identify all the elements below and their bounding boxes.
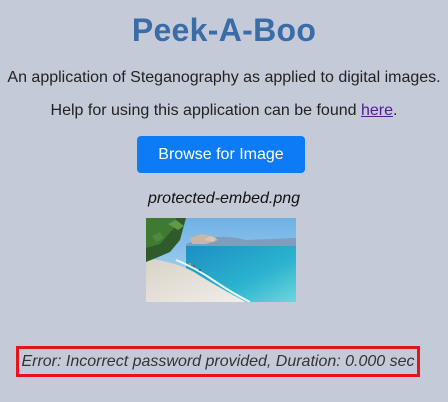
selected-file-name: protected-embed.png [147, 190, 301, 207]
app-tagline: An application of Steganography as appli… [7, 69, 441, 86]
browse-for-image-button[interactable]: Browse for Image [137, 136, 305, 173]
status-message: Error: Incorrect password provided, Dura… [21, 352, 415, 370]
help-suffix: . [393, 102, 398, 119]
help-text: Help for using this application can be f… [0, 102, 448, 120]
status-message-box: Error: Incorrect password provided, Dura… [16, 346, 420, 377]
help-link[interactable]: here [361, 102, 393, 119]
help-prefix: Help for using this application can be f… [50, 102, 361, 119]
app-page: Peek-A-Boo An application of Steganograp… [0, 0, 448, 402]
app-title: Peek-A-Boo [131, 12, 317, 48]
image-preview [146, 218, 296, 302]
